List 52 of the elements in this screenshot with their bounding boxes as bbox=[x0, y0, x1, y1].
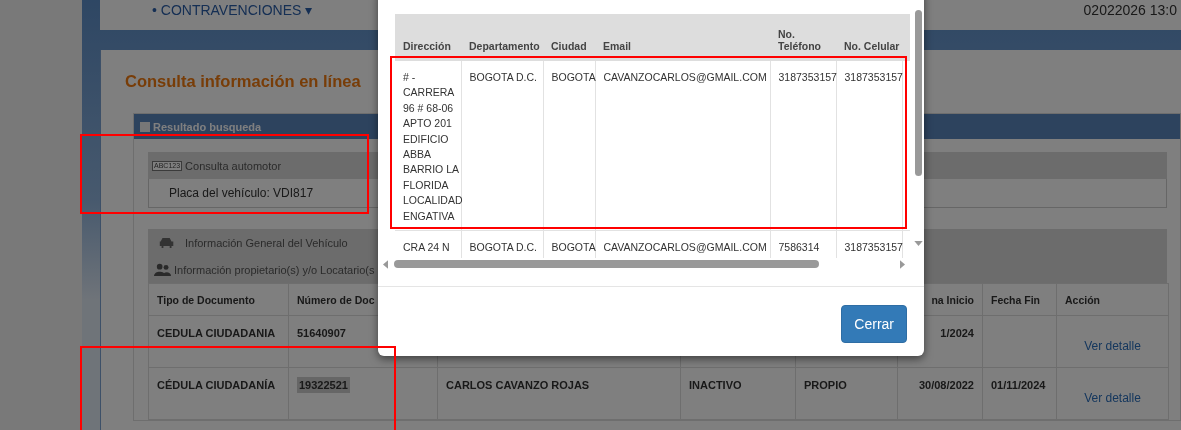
table-cell: 1/2024 bbox=[940, 327, 974, 339]
table-cell: CRA 24 N bbox=[403, 241, 450, 254]
car-icon bbox=[158, 236, 176, 249]
page-title: Consulta información en línea bbox=[125, 72, 361, 91]
table-cell: 30/08/2022 bbox=[918, 379, 974, 391]
column-header: No. Teléfono bbox=[778, 28, 821, 52]
table-icon bbox=[140, 121, 150, 132]
column-header: Número de Doc bbox=[297, 293, 375, 306]
column-header: Acción bbox=[1065, 293, 1100, 306]
column-header: Email bbox=[603, 40, 631, 52]
section-title: Consulta automotor bbox=[185, 159, 282, 172]
table-cell: CAVANZOCARLOS@GMAIL.COM bbox=[603, 71, 767, 83]
table-cell: BOGOTA bbox=[551, 71, 596, 83]
table-cell: 3187353157 bbox=[778, 71, 837, 83]
close-button[interactable]: Cerrar bbox=[841, 305, 907, 343]
table-cell: 3187353157 bbox=[844, 71, 903, 83]
details-link[interactable]: Ver detalle bbox=[1084, 390, 1141, 405]
scroll-right-icon[interactable] bbox=[900, 259, 905, 269]
date-text: 02022026 13:0 bbox=[1083, 2, 1177, 18]
people-icon bbox=[154, 263, 171, 276]
column-header: Ciudad bbox=[551, 40, 587, 52]
column-header: No. Celular bbox=[844, 40, 900, 52]
table-cell: PROPIO bbox=[804, 379, 847, 391]
panel-title: Resultado busqueda bbox=[153, 120, 262, 133]
scrollbar-thumb[interactable] bbox=[914, 10, 922, 176]
column-header: Dirección bbox=[403, 40, 451, 52]
column-header: na Inicio bbox=[931, 293, 974, 306]
table-cell: 19322521 bbox=[297, 377, 350, 393]
table-cell: BOGOTA D.C. bbox=[469, 71, 537, 83]
plate-text: Placa del vehículo: VDI817 bbox=[169, 186, 314, 200]
table-cell: CÉDULA CIUDADANÍA bbox=[157, 379, 276, 391]
section-title: Información propietario(s) y/o Locatario(s bbox=[174, 263, 375, 276]
table-cell: INACTIVO bbox=[689, 379, 742, 391]
details-link[interactable]: Ver detalle bbox=[1084, 338, 1141, 353]
table-cell: # - CARRERA 96 # 68-06 APTO 201 EDIFICIO ABBA BARRIO LA FLORIDA LOCALIDAD ENGATIVA bbox=[403, 71, 463, 222]
table-cell: CARLOS CAVANZO ROJAS bbox=[446, 379, 590, 391]
scroll-down-icon[interactable] bbox=[913, 241, 923, 246]
table-cell: CAVANZOCARLOS@GMAIL.COM bbox=[603, 241, 767, 254]
table-cell: 51640907 bbox=[297, 327, 346, 339]
scrollbar-thumb[interactable] bbox=[394, 260, 819, 268]
table-cell: 7586314 bbox=[778, 241, 820, 254]
column-header: Tipo de Documento bbox=[157, 293, 255, 306]
nav-menu-item[interactable]: • CONTRAVENCIONES ▾ bbox=[152, 2, 313, 18]
scroll-left-icon[interactable] bbox=[383, 259, 388, 269]
column-header: Fecha Fin bbox=[991, 293, 1040, 306]
table-cell: BOGOTA D.C. bbox=[469, 241, 537, 254]
table-cell: 01/11/2024 bbox=[991, 379, 1046, 391]
table-cell: CEDULA CIUDADANIA bbox=[157, 327, 276, 339]
table-cell: 3187353157 bbox=[844, 241, 903, 254]
section-title: Información General del Vehículo bbox=[185, 236, 348, 249]
table-cell: BOGOTA bbox=[551, 241, 596, 254]
column-header: Departamento bbox=[469, 40, 540, 52]
